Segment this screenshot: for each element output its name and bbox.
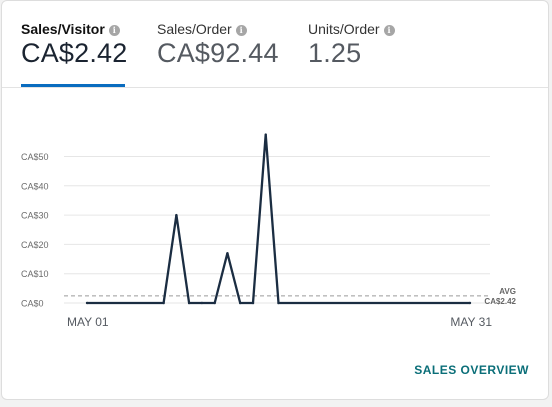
- series-line: [87, 134, 470, 305]
- data-point: [200, 301, 204, 305]
- y-tick-label: CA$0: [21, 299, 44, 309]
- data-point: [226, 251, 229, 255]
- tab-label: Sales/Order: [157, 21, 232, 37]
- tab-label: Sales/Visitor: [21, 21, 105, 37]
- tab-label: Units/Order: [308, 21, 380, 37]
- data-point: [213, 301, 216, 305]
- info-icon[interactable]: i: [235, 25, 247, 36]
- tab-value: CA$92.44: [157, 38, 279, 68]
- y-tick-label: CA$40: [21, 181, 49, 191]
- x-tick-label: MAY 31: [450, 315, 492, 329]
- tab-value: 1.25: [308, 38, 362, 68]
- line-chart: CA$0 CA$10 CA$20 CA$30 CA$40 CA$50 AVGCA$2.42 M…: [21, 133, 517, 329]
- data-point: [277, 301, 280, 305]
- data-point: [264, 133, 267, 136]
- active-tab-indicator: [21, 84, 125, 87]
- x-tick-label: MAY 01: [67, 315, 109, 329]
- data-point: [239, 301, 242, 305]
- data-point: [162, 301, 165, 305]
- y-tick-label: CA$10: [21, 269, 49, 279]
- data-point: [251, 301, 255, 305]
- average-label: AVG: [499, 287, 516, 296]
- data-point: [468, 301, 472, 305]
- sales-chart: CA$0 CA$10 CA$20 CA$30 CA$40 CA$50 AVG CA$2.42 M…: [2, 88, 548, 348]
- sales-metrics-card: Sales/Visitor i CA$2.42 Sales/Order i CA$9…: [1, 0, 549, 400]
- data-point: [85, 301, 89, 305]
- metric-tabs: Sales/Visitor i CA$2.42 Sales/Order i CA$9…: [2, 1, 548, 88]
- data-point: [175, 213, 178, 217]
- average-value-label: CA$2.42: [484, 297, 516, 306]
- sales-overview-link[interactable]: SALES OVERVIEW: [414, 363, 529, 377]
- tab-value: CA$2.42: [21, 38, 128, 68]
- y-tick-label: CA$50: [21, 152, 49, 162]
- y-tick-label: CA$20: [21, 240, 49, 250]
- info-icon[interactable]: i: [108, 25, 120, 36]
- tab-sales-per-visitor[interactable]: Sales/Visitor i CA$2.42: [21, 1, 128, 87]
- info-icon[interactable]: i: [383, 25, 395, 36]
- y-tick-label: CA$30: [21, 211, 49, 221]
- tab-units-per-order[interactable]: Units/Order i 1.25: [308, 1, 403, 87]
- data-point: [187, 301, 191, 305]
- tab-sales-per-order[interactable]: Sales/Order i CA$92.44: [157, 1, 282, 87]
